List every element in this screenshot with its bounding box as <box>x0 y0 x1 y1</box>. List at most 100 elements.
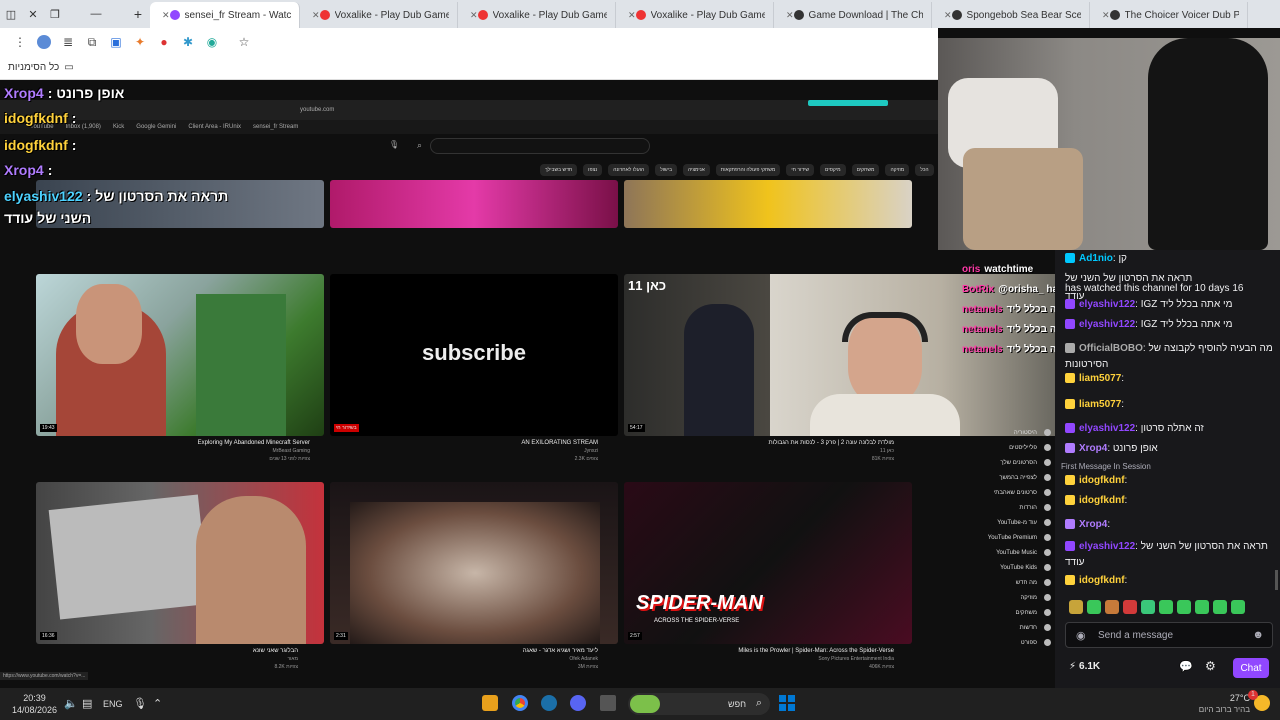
chat-scrollbar[interactable] <box>1275 570 1278 590</box>
yt-chip: מיקסים <box>820 164 846 176</box>
speaker-icon[interactable]: 🔈 <box>64 697 78 710</box>
tab-close-icon[interactable]: ✕ <box>786 10 794 21</box>
tab-close-icon[interactable]: ✕ <box>312 10 320 21</box>
chat-colon: : <box>1121 373 1125 384</box>
chat-username[interactable]: Xrop4 <box>1079 519 1107 530</box>
chat-username[interactable]: liam5077 <box>1079 399 1121 410</box>
emote-icon[interactable] <box>1069 600 1083 614</box>
chevron-up-icon[interactable]: ⌃ <box>153 697 162 710</box>
video-meta-1: Exploring My Abandoned Minecraft Server … <box>120 440 310 462</box>
close-window-icon[interactable]: ✕ <box>22 0 44 28</box>
tab-1[interactable]: ✕ Voxalike - Play Dub Game O <box>300 2 458 28</box>
overlay-right-line: netanelsמי אתה בכלל ליד IGZ <box>962 304 1055 315</box>
tab-5[interactable]: ✕ Spongebob Sea Bear Scene Du <box>932 2 1090 28</box>
chat-username[interactable]: idogfkdnf <box>1079 575 1125 586</box>
chat-username[interactable]: elyashiv122 <box>1079 319 1135 330</box>
tab-6[interactable]: ✕ The Choicer Voicer Dub Packs | <box>1090 2 1248 28</box>
chat-send-button[interactable]: Chat <box>1233 658 1269 678</box>
clock[interactable]: 20:39 14/08/2026 <box>12 692 57 716</box>
stream-video[interactable]: youtube.com YouTube Inbox (1,908) Kick Goog… <box>0 80 1055 688</box>
send-message-input[interactable]: ◉ Send a message ☻ <box>1065 622 1273 648</box>
tab-close-icon[interactable]: ✕ <box>1102 10 1110 21</box>
window-menu-icon[interactable]: ◫ <box>0 0 22 28</box>
video-meta-6: Miles is the Prowler | Spider-Man: Acros… <box>700 648 894 670</box>
tab-0[interactable]: ✕ sensei_fr Stream - Watch Li <box>150 2 300 28</box>
emote-picker-icon[interactable]: ☻ <box>1252 629 1264 641</box>
restore-window-icon[interactable]: ❐ <box>44 0 66 28</box>
chat-username[interactable]: Xrop4 <box>1079 443 1107 454</box>
video-title[interactable]: Miles is the Prowler | Spider-Man: Acros… <box>700 648 894 654</box>
chat-bubble-icon[interactable]: 💬 <box>1179 660 1193 673</box>
minimize-window-icon[interactable]: — <box>66 0 126 28</box>
settings-gear-icon[interactable]: ⚙ <box>1205 659 1216 673</box>
browser-tabstrip: ◫ ✕ ❐ — + ✕ sensei_fr Stream - Watch Li ✕ V… <box>0 0 1280 28</box>
extension-orange-icon[interactable]: ✦ <box>128 30 152 54</box>
tab-close-icon[interactable]: ✕ <box>470 10 478 21</box>
taskbar-app-security[interactable] <box>482 695 498 711</box>
video-channel[interactable]: Ofek Adanek <box>420 656 598 662</box>
video-channel[interactable]: Jynxzi <box>420 448 598 454</box>
video-title[interactable]: מולדת לבלונה עונה 2 | פרק 3 - לנסות את ה… <box>700 440 894 446</box>
video-channel[interactable]: מאור <box>120 656 298 662</box>
chat-username[interactable]: liam5077 <box>1079 373 1121 384</box>
tab-3[interactable]: ✕ Voxalike - Play Dub Game Onli <box>616 2 774 28</box>
tab-close-icon[interactable]: ✕ <box>944 10 952 21</box>
emote-icon[interactable] <box>1105 600 1119 614</box>
chat-username[interactable]: elyashiv122 <box>1079 541 1135 552</box>
extension-green-icon[interactable]: ◉ <box>200 30 224 54</box>
chat-username[interactable]: elyashiv122 <box>1079 299 1135 310</box>
emote-icon[interactable] <box>1159 600 1173 614</box>
extension-blue-icon[interactable]: ▣ <box>104 30 128 54</box>
network-icon[interactable]: ▤ <box>82 697 92 710</box>
mic-icon[interactable]: 🎙 <box>133 697 147 710</box>
extension-cyan-icon[interactable]: ✱ <box>176 30 200 54</box>
tab-title: sensei_fr Stream - Watch Li <box>184 9 291 21</box>
video-channel[interactable]: MrBeast Gaming <box>120 448 310 454</box>
taskbar-search[interactable]: חפש ⌕ <box>628 693 770 715</box>
chat-username[interactable]: elyashiv122 <box>1079 423 1135 434</box>
new-tab-button[interactable]: + <box>126 0 150 28</box>
tab-2[interactable]: ✕ Voxalike - Play Dub Game O <box>458 2 616 28</box>
video-title[interactable]: הבלוגר שאני שונא <box>120 648 298 654</box>
bookmark-star-icon[interactable]: ☆ <box>232 30 256 54</box>
extensions-queue-icon[interactable]: ≣ <box>56 30 80 54</box>
chat-username[interactable]: OfficialBOBO <box>1079 343 1143 354</box>
video-title[interactable]: Exploring My Abandoned Minecraft Server <box>120 440 310 446</box>
all-bookmarks-link[interactable]: כל הסימניות <box>8 62 59 73</box>
language-indicator[interactable]: ENG <box>103 699 123 709</box>
video-title[interactable]: AN EXILORATING STREAM <box>420 440 598 446</box>
emote-icon[interactable] <box>1195 600 1209 614</box>
taskbar-app-chrome[interactable] <box>512 695 528 711</box>
profile-avatar-icon[interactable] <box>32 30 56 54</box>
video-title[interactable]: ליעד מאיר ושגיא אדגר - שאגה <box>420 648 598 654</box>
extension-red-icon[interactable]: ● <box>152 30 176 54</box>
gaming-chair <box>1148 38 1268 250</box>
bits-icon[interactable]: ◉ <box>1076 629 1086 642</box>
chat-username[interactable]: idogfkdnf <box>1079 475 1125 486</box>
weather-widget[interactable]: 27°C בהיר ברוב היום <box>1170 692 1250 716</box>
video-channel[interactable]: כאן 11 <box>700 448 894 454</box>
chat-username[interactable]: Ad1nio <box>1079 253 1113 264</box>
tab-4[interactable]: ✕ Game Download | The Choicer <box>774 2 932 28</box>
emote-icon[interactable] <box>1141 600 1155 614</box>
video-channel[interactable]: Sony Pictures Entertainment India <box>700 656 894 662</box>
chat-username[interactable]: idogfkdnf <box>1079 495 1125 506</box>
taskbar-app-steam[interactable] <box>541 695 557 711</box>
sidebar-icon <box>1044 639 1051 646</box>
tab-close-icon[interactable]: ✕ <box>628 10 636 21</box>
video-thumb-6: SPIDER-MAN ACROSS THE SPIDER-VERSE 2:57 <box>624 482 912 644</box>
emote-icon[interactable] <box>1231 600 1245 614</box>
menu-dots-icon[interactable]: ⋮ <box>8 30 32 54</box>
taskbar-app-explorer[interactable] <box>600 695 616 711</box>
emote-icon[interactable] <box>1123 600 1137 614</box>
chat-badge-icon <box>1065 319 1075 330</box>
extension-puzzle-icon[interactable]: ⧉ <box>80 30 104 54</box>
taskbar-app-discord[interactable] <box>570 695 586 711</box>
tab-close-icon[interactable]: ✕ <box>162 10 170 21</box>
yt-chip: הכל <box>915 164 934 176</box>
emote-icon[interactable] <box>1177 600 1191 614</box>
emote-icon[interactable] <box>1213 600 1227 614</box>
start-windows-icon[interactable] <box>779 695 795 711</box>
emote-icon[interactable] <box>1087 600 1101 614</box>
overlay-right-text: מי אתה בכלל ליד IGZ <box>1006 304 1055 315</box>
